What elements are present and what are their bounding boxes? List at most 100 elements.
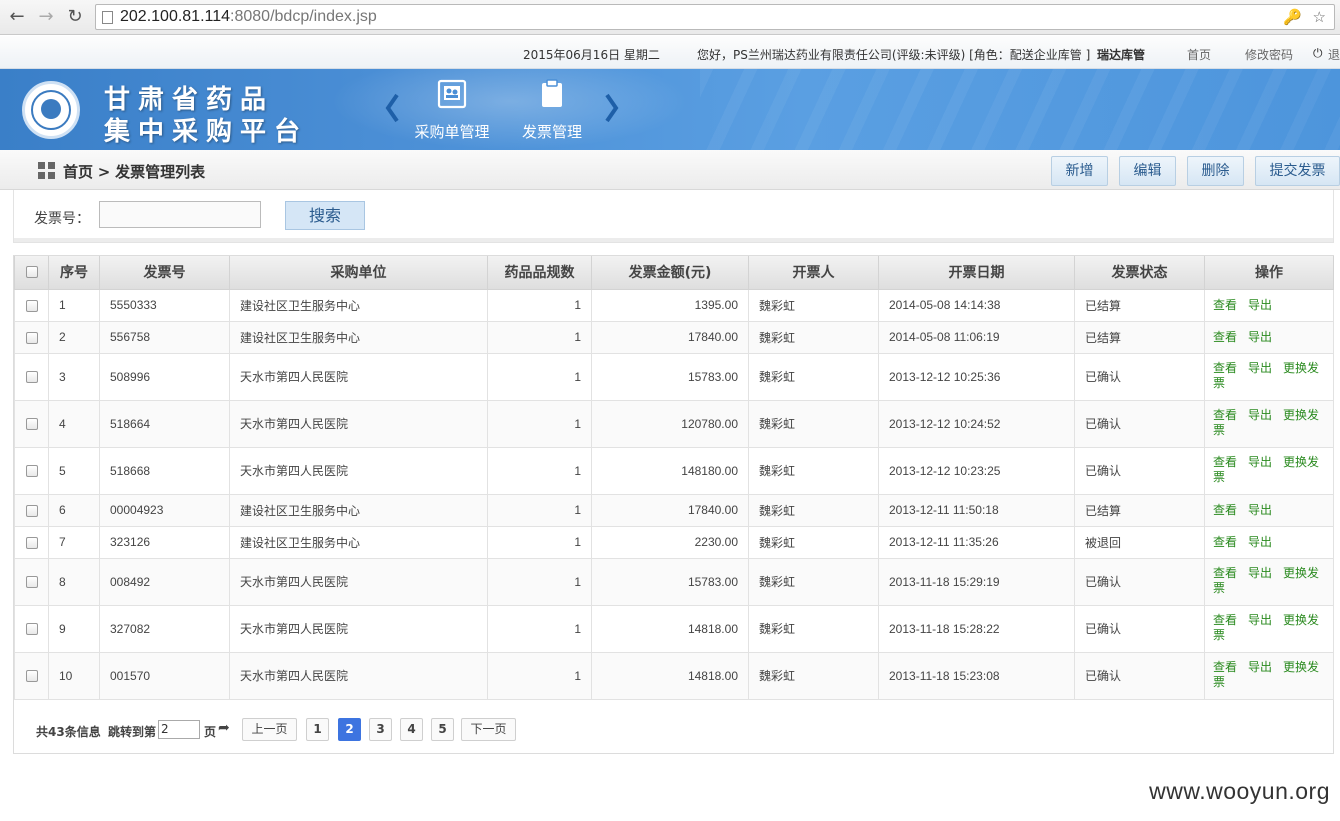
row-checkbox[interactable] [25,623,38,636]
cell-status: 已确认 [1074,446,1205,495]
cell-amount: 14818.00 [591,604,749,653]
row-checkbox-cell[interactable] [14,446,49,495]
export-link[interactable]: 导出 [1248,503,1272,517]
row-checkbox[interactable] [25,504,38,517]
total-count: 共43条信息 [36,725,101,739]
row-checkbox[interactable] [25,299,38,312]
cell-amount: 15783.00 [591,352,749,401]
row-checkbox-cell[interactable] [14,399,49,448]
tab-invoice[interactable]: 发票管理 [507,79,597,143]
cell-amount: 1395.00 [591,288,749,322]
cell-invoice: 518668 [99,446,230,495]
page-1-button[interactable]: 1 [306,718,329,741]
export-link[interactable]: 导出 [1248,298,1272,312]
cell-actions: 查看 导出 [1204,525,1334,559]
view-link[interactable]: 查看 [1213,566,1237,580]
home-link[interactable]: 首页 [1187,46,1211,63]
cell-status: 被退回 [1074,525,1205,559]
page-3-button[interactable]: 3 [369,718,392,741]
back-arrow-icon[interactable]: ← [6,6,28,28]
row-checkbox[interactable] [25,418,38,431]
select-all-checkbox-header[interactable] [14,256,49,290]
browser-toolbar: ← → ↻ 202.100.81.114:8080/bdcp/index.jsp… [0,0,1340,35]
page-2-button[interactable]: 2 [338,718,361,741]
view-link[interactable]: 查看 [1213,660,1237,674]
cell-date: 2013-12-11 11:35:26 [878,525,1075,559]
cell-amount: 14818.00 [591,651,749,700]
cell-amount: 120780.00 [591,399,749,448]
row-checkbox-cell[interactable] [14,320,49,354]
export-link[interactable]: 导出 [1248,660,1272,674]
cell-invoice: 323126 [99,525,230,559]
next-page-button[interactable]: 下一页 [461,718,516,741]
export-link[interactable]: 导出 [1248,613,1272,627]
bookmark-star-icon[interactable]: ☆ [1313,8,1326,26]
export-link[interactable]: 导出 [1248,361,1272,375]
row-checkbox-cell[interactable] [14,288,49,322]
url-text[interactable]: 202.100.81.114:8080/bdcp/index.jsp [120,8,377,26]
row-checkbox[interactable] [25,670,38,683]
page-4-button[interactable]: 4 [400,718,423,741]
row-checkbox[interactable] [25,331,38,344]
export-link[interactable]: 导出 [1248,330,1272,344]
select-all-checkbox[interactable] [25,266,38,279]
export-link[interactable]: 导出 [1248,566,1272,580]
address-bar[interactable]: 202.100.81.114:8080/bdcp/index.jsp 🔑 ☆ [95,4,1335,30]
export-link[interactable]: 导出 [1248,455,1272,469]
row-checkbox-cell[interactable] [14,557,49,606]
cell-status: 已确认 [1074,352,1205,401]
edit-button[interactable]: 编辑 [1119,156,1176,186]
tab-purchase-order[interactable]: 采购单管理 [407,79,497,143]
reload-icon[interactable]: ↻ [64,6,86,28]
nav-prev-arrow-icon[interactable] [385,93,399,123]
row-checkbox[interactable] [25,371,38,384]
view-link[interactable]: 查看 [1213,503,1237,517]
logout-link[interactable]: 退 [1328,46,1340,63]
delete-button[interactable]: 删除 [1187,156,1244,186]
row-checkbox[interactable] [25,465,38,478]
cell-no: 7 [48,525,100,559]
row-checkbox-cell[interactable] [14,493,49,527]
view-link[interactable]: 查看 [1213,455,1237,469]
view-link[interactable]: 查看 [1213,535,1237,549]
key-icon[interactable]: 🔑 [1283,8,1302,26]
breadcrumb-home[interactable]: 首页 [63,163,93,181]
submit-invoice-button[interactable]: 提交发票 [1255,156,1340,186]
page-5-button[interactable]: 5 [431,718,454,741]
forward-arrow-icon[interactable]: → [35,6,57,28]
change-password-link[interactable]: 修改密码 [1245,46,1293,63]
search-panel: 发票号： 搜索 [13,190,1334,243]
prev-page-button[interactable]: 上一页 [242,718,297,741]
export-link[interactable]: 导出 [1248,408,1272,422]
row-checkbox[interactable] [25,536,38,549]
view-link[interactable]: 查看 [1213,298,1237,312]
add-button[interactable]: 新增 [1051,156,1108,186]
row-checkbox-cell[interactable] [14,604,49,653]
view-link[interactable]: 查看 [1213,361,1237,375]
jump-go-arrow-icon[interactable]: ➦ [218,720,230,736]
invoice-number-input[interactable] [99,201,261,228]
row-checkbox-cell[interactable] [14,651,49,700]
view-link[interactable]: 查看 [1213,408,1237,422]
row-checkbox-cell[interactable] [14,352,49,401]
jump-page-input[interactable]: 2 [158,720,200,739]
cell-date: 2013-11-18 15:23:08 [878,651,1075,700]
search-button[interactable]: 搜索 [285,201,365,230]
nav-next-arrow-icon[interactable] [605,93,619,123]
cell-count: 1 [487,525,592,559]
cell-invoice: 508996 [99,352,230,401]
cell-amount: 148180.00 [591,446,749,495]
row-checkbox[interactable] [25,576,38,589]
table-row: 9 327082 天水市第四人民医院 1 14818.00 魏彩虹 2013-11-18 1… [14,604,1334,653]
cell-count: 1 [487,651,592,700]
power-icon[interactable]: ⏻ [1313,46,1323,61]
cell-no: 3 [48,352,100,401]
url-path: :8080/bdcp/index.jsp [230,8,377,25]
cell-count: 1 [487,446,592,495]
view-link[interactable]: 查看 [1213,330,1237,344]
row-checkbox-cell[interactable] [14,525,49,559]
table-row: 6 00004923 建设社区卫生服务中心 1 17840.00 魏彩虹 2013-12-1… [14,493,1334,527]
table-row: 7 323126 建设社区卫生服务中心 1 2230.00 魏彩虹 2013-12-11 1… [14,525,1334,559]
view-link[interactable]: 查看 [1213,613,1237,627]
export-link[interactable]: 导出 [1248,535,1272,549]
